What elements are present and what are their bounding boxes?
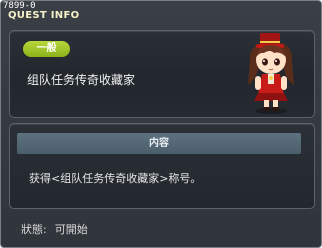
content-header: 内容 (17, 133, 301, 154)
content-text: 获得<组队任务传奇收藏家>称号。 (29, 172, 202, 185)
quest-category-badge: 一般 (23, 41, 70, 57)
quest-status: 狀態: 可開始 (21, 221, 88, 237)
quest-name: 组队任务传奇收藏家 (27, 73, 136, 87)
window-title: QUEST INFO (8, 10, 80, 21)
status-value: 可開始 (54, 223, 88, 236)
status-label: 狀態: (21, 223, 47, 236)
quest-info-window: 7899-0 QUEST INFO 一般 组队任务传奇收藏家 内容 获得<组队任… (0, 0, 322, 248)
quest-content-panel: 内容 获得<组队任务传奇收藏家>称号。 (9, 123, 315, 209)
npc-character-portrait (248, 33, 294, 114)
quest-summary-panel: 一般 组队任务传奇收藏家 (9, 30, 315, 118)
